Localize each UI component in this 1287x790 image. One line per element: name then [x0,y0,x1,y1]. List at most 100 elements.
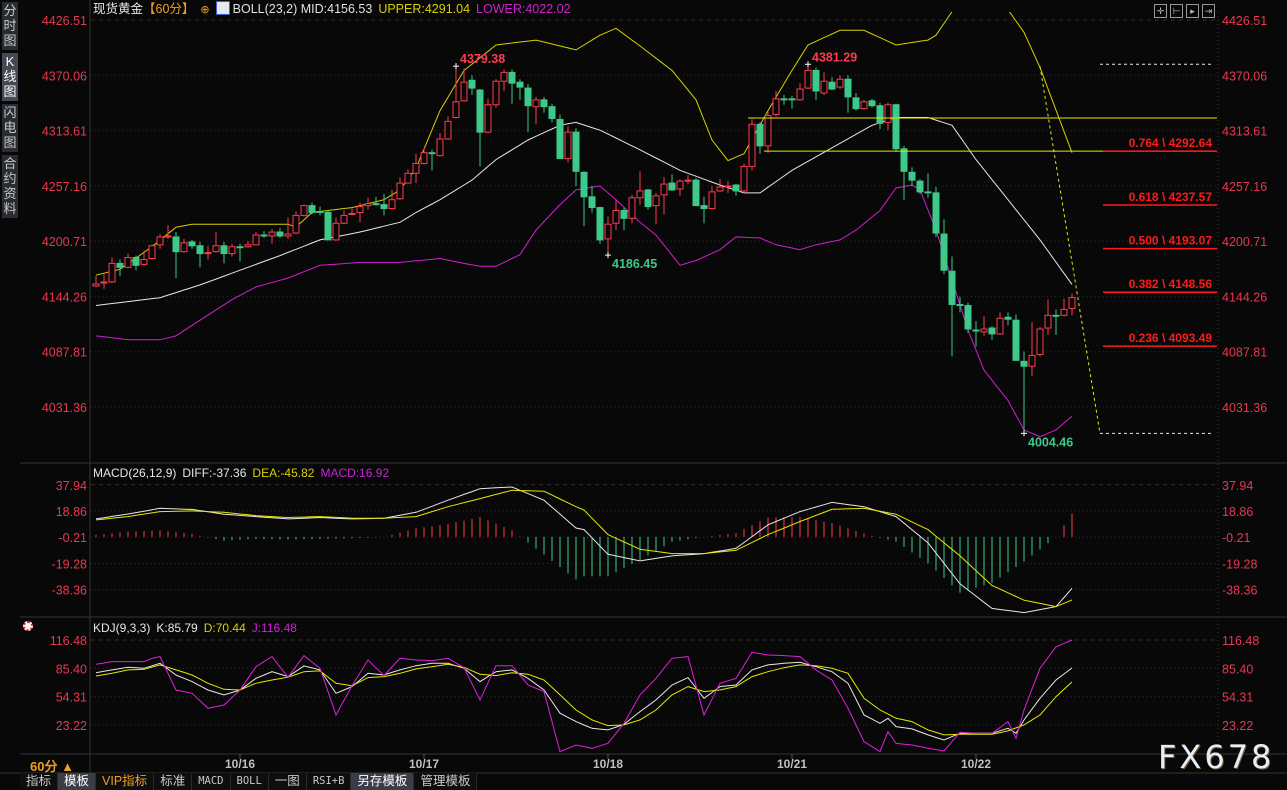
standard-button[interactable]: 标准 [154,773,193,790]
kdj-j-line [95,639,1073,753]
candle-up [748,123,756,167]
extreme-label: 4379.38 [460,52,505,66]
indicator-button[interactable]: 指标 [20,773,59,790]
vip-indicator-button[interactable]: VIP指标 [96,773,155,790]
indicator-settings-icon[interactable] [23,621,33,631]
candle-up [804,69,812,89]
move-right-icon[interactable]: ⇥ [1202,4,1215,18]
candle-up [404,172,412,184]
drawn-objects[interactable]: 4379.38 4186.45 4381.29 4004.46 0.764 \ 4292… [453,50,1217,449]
candle-down [756,123,764,147]
view-sidebar: 分时图 K线图 闪电图 合约资料 [2,2,18,221]
single-chart-button[interactable]: 一图 [268,773,307,790]
candle-down [844,78,852,98]
time-label: 10/22 [961,757,991,771]
candle-up [92,283,100,287]
rsi-b-button[interactable]: RSI+B [306,773,352,790]
fib-level-label: 0.764 \ 4292.64 [1129,136,1213,150]
candle-down [908,171,916,181]
price-chart[interactable]: 4426.51 4426.51 4370.06 4370.06 4313.61 4313.… [0,0,1287,790]
candle-up [492,80,500,106]
price-tick-right: 4144.26 [1222,290,1267,304]
tab-contract-info[interactable]: 合约资料 [2,155,18,218]
candle-up [340,214,348,224]
candle-down [1020,360,1028,367]
candle-up [860,101,868,110]
candle-up [884,104,892,123]
manage-template-button[interactable]: 管理模板 [414,773,478,790]
macd-tick-left: -38.36 [52,584,87,598]
boll-lower-readout: LOWER:4022.02 [476,2,571,16]
candle-down [196,245,204,255]
candle-up [836,78,844,88]
macd-dea: DEA:-45.82 [252,466,315,480]
price-tick-left: 4087.81 [42,346,87,360]
crosshair-circle-icon[interactable]: ⊕ [200,4,209,16]
kdj-d: D:70.44 [203,621,246,635]
boll-mid-readout: BOLL(23,2) MID:4156.53 [232,2,373,16]
fib-level-label: 0.382 \ 4148.56 [1129,277,1213,291]
candle-up [268,231,276,237]
candle-down [308,205,316,213]
chart-header: 现货黄金【60分】 ⊕ BOLL(23,2) MID:4156.53 UPPER:42… [93,1,577,18]
candle-up [1068,297,1076,309]
tab-flash-chart[interactable]: 闪电图 [2,104,18,152]
price-tick-left: 4370.06 [42,69,87,83]
candle-down [1012,319,1020,361]
macd-value: MACD:16.92 [320,466,390,480]
candle-down [588,196,596,209]
price-tick-left: 4257.16 [42,180,87,194]
candle-up [412,162,420,174]
save-template-button[interactable]: 另存模板 [351,773,415,790]
kdj-tick-left: 23.22 [56,719,87,733]
kdj-tick-right: 23.22 [1222,719,1253,733]
macd-tick-left: -0.21 [59,531,88,545]
price-tick-right: 4257.16 [1222,180,1267,194]
macd-tick-right: 18.86 [1222,505,1253,519]
candle-down [428,152,436,155]
zoom-left-icon[interactable]: ⊢ [1170,4,1183,18]
kdj-tick-right: 54.31 [1222,691,1253,705]
candle-down [620,210,628,219]
candle-down [476,89,484,133]
candle-down [916,180,924,193]
macd-button[interactable]: MACD [192,773,231,790]
fib-diagonal-line [1039,66,1101,434]
candle-down [324,211,332,241]
macd-params: MACD(26,12,9) [93,466,177,480]
macd-tick-left: 18.86 [56,505,87,519]
macd-tick-right: 37.94 [1222,479,1253,493]
boll-button[interactable]: BOLL [230,773,269,790]
macd-header: MACD(26,12,9) DIFF:-37.36 DEA:-45.82 MACD:1… [93,466,395,480]
candle-up [676,180,684,190]
price-tick-right: 4426.51 [1222,14,1267,28]
candle-up [204,252,212,255]
tab-kline[interactable]: K线图 [2,53,18,101]
candle-down [260,234,268,237]
template-button[interactable]: 模板 [58,773,97,790]
macd-tick-right: -19.28 [1222,557,1257,571]
candle-down [940,233,948,271]
chart-tools: ✛ ⊢ ▸ ⇥ [1154,1,1218,19]
tab-time-sharing[interactable]: 分时图 [2,2,18,50]
macd-tick-right: -38.36 [1222,584,1257,598]
candle-up [612,210,620,224]
kdj-params: KDJ(9,3,3) [93,621,151,635]
bottom-toolbar: 指标 模板 VIP指标 标准 MACD BOLL 一图 RSI+B 另存模板 管… [20,773,478,790]
candle-down [236,246,244,249]
candle-up [652,195,660,207]
candle-up [148,245,156,259]
candle-up [244,244,252,248]
candle-up [180,242,188,253]
play-icon[interactable]: ▸ [1186,4,1199,18]
candle-up [292,214,300,234]
indicator-chart-icon[interactable] [215,1,230,15]
candle-up [764,115,772,147]
candle-down [972,329,980,332]
fib-level-label: 0.618 \ 4237.57 [1129,190,1213,204]
boll-upper-line [95,12,1073,276]
kdj-j: J:116.48 [251,621,297,635]
candle-down [852,97,860,110]
candle-up [708,191,716,210]
crosshair-icon[interactable]: ✛ [1154,4,1167,18]
